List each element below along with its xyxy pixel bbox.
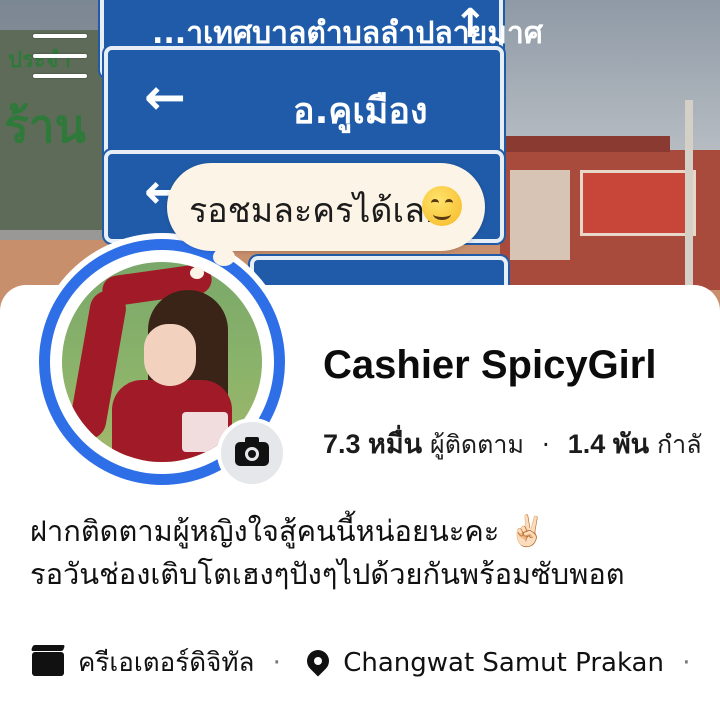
- bubble-tail-dot: [190, 267, 204, 279]
- bubble-tail-dot: [213, 248, 235, 266]
- road-sign-2-text: อ.คูเมือง: [293, 91, 428, 132]
- followers-count[interactable]: 7.3 หมื่น: [323, 429, 422, 459]
- profile-name: Cashier SpicyGirl: [323, 343, 657, 387]
- following-label[interactable]: กำลั: [657, 430, 702, 459]
- cover-shop-text-2: ร้าน: [4, 99, 86, 153]
- profile-bio: ฝากติดตามผู้หญิงใจสู้คนนี้หน่อยนะคะ ✌🏻 ร…: [30, 510, 625, 595]
- stats-separator: ·: [541, 430, 550, 459]
- location-label: Changwat Samut Prakan: [343, 648, 664, 678]
- up-arrow-icon: ↑: [453, 1, 487, 47]
- menu-bar: [33, 74, 87, 78]
- left-arrow-icon: ←: [144, 68, 186, 126]
- bio-line-1: ฝากติดตามผู้หญิงใจสู้คนนี้หน่อยนะคะ ✌🏻: [30, 510, 625, 553]
- location-pin-icon: [302, 644, 334, 677]
- details-separator: ·: [272, 648, 281, 678]
- hamburger-menu-icon[interactable]: [33, 32, 89, 80]
- status-note-text: รอชมละครได้เลย: [189, 191, 445, 231]
- bio-line-2: รอวันช่องเติบโตเฮงๆปังๆไปด้วยกันพร้อมซับ…: [30, 557, 625, 591]
- victory-hand-icon: ✌🏻: [508, 514, 546, 549]
- profile-stats: 7.3 หมื่น ผู้ติดตาม · 1.4 พัน กำลั: [323, 422, 702, 465]
- profile-details-row: ครีเอเตอร์ดิจิทัล · Changwat Samut Praka…: [32, 642, 701, 683]
- clapperboard-icon: [32, 651, 64, 676]
- bio-line-1-text: ฝากติดตามผู้หญิงใจสู้คนนี้หน่อยนะคะ: [30, 514, 500, 548]
- menu-bar: [33, 34, 87, 38]
- camera-icon: [235, 437, 269, 466]
- smiling-face-icon: [422, 186, 462, 226]
- following-count[interactable]: 1.4 พัน: [568, 429, 649, 459]
- cover-billboard: [580, 170, 696, 236]
- category-label: ครีเอเตอร์ดิจิทัล: [78, 648, 255, 678]
- cover-pole: [685, 100, 693, 300]
- followers-label[interactable]: ผู้ติดตาม: [430, 430, 524, 459]
- status-note-bubble[interactable]: รอชมละครได้เลย: [167, 163, 485, 251]
- cover-billboard-2: [510, 170, 570, 260]
- cover-roof: [490, 136, 670, 152]
- details-separator: ·: [682, 648, 691, 678]
- avatar-face: [144, 324, 196, 386]
- cover-road-sign-2: ← อ.คูเมือง: [104, 46, 504, 160]
- change-profile-photo-button[interactable]: [217, 418, 287, 488]
- menu-bar: [33, 54, 87, 58]
